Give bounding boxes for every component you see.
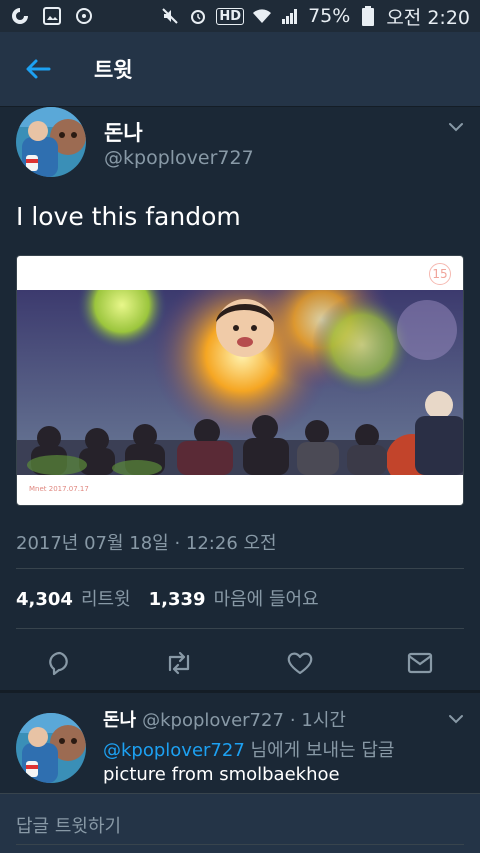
alarm-icon	[188, 6, 208, 26]
tweet-actions	[0, 645, 480, 695]
reply-compose-bar: 답글 트윗하기	[0, 793, 480, 853]
reply-handle: @kpoplover727	[142, 710, 284, 731]
tweet-stats: 4,304 리트윗 1,339 마음에 들어요	[16, 585, 329, 611]
divider	[16, 568, 464, 569]
messenger-icon	[74, 6, 94, 26]
page-title: 트윗	[94, 58, 133, 82]
battery-percent: 75%	[308, 5, 351, 27]
reply-icon	[49, 651, 68, 676]
status-bar: HD 75% 오전 2:20	[0, 0, 480, 32]
tweet-timestamp: 2017년 07월 18일 · 12:26 오전	[16, 533, 277, 554]
reply-menu-button[interactable]	[446, 709, 466, 729]
reply-text: picture from smolbaekhoe	[103, 764, 340, 785]
like-label[interactable]: 마음에 들어요	[214, 585, 319, 611]
reply-time: · 1시간	[289, 710, 346, 731]
back-button[interactable]	[18, 49, 58, 89]
input-underline	[16, 844, 464, 845]
like-icon	[287, 652, 313, 675]
reply-button[interactable]	[40, 645, 80, 681]
mention-link[interactable]: @kpoplover727	[103, 740, 245, 761]
tweet-author[interactable]: 돈나 @kpoplover727	[16, 107, 466, 187]
signal-icon	[280, 6, 300, 26]
battery-icon	[358, 6, 378, 26]
reply-header: 돈나 @kpoplover727 · 1시간	[103, 706, 346, 732]
user-handle: @kpoplover727	[104, 147, 254, 169]
divider	[16, 628, 464, 629]
section-separator	[0, 690, 480, 693]
media-caption: Mnet 2017.07.17	[29, 485, 89, 493]
wifi-icon	[252, 6, 272, 26]
media-image	[17, 290, 463, 475]
display-name: 돈나	[104, 121, 143, 145]
age-rating-badge: 15	[429, 263, 451, 285]
retweet-count[interactable]: 4,304	[16, 589, 73, 610]
back-arrow-icon	[26, 59, 51, 79]
reply-display-name: 돈나	[103, 710, 137, 731]
chevron-down-icon	[449, 123, 463, 132]
app-notification-icon	[10, 6, 30, 26]
gallery-icon	[42, 6, 62, 26]
reply-input[interactable]: 답글 트윗하기	[16, 812, 121, 838]
reply-tweet[interactable]: 돈나 @kpoplover727 · 1시간 @kpoplover727 님에게…	[0, 703, 480, 795]
avatar[interactable]	[16, 107, 86, 177]
app-header: 트윗	[0, 32, 480, 107]
avatar[interactable]	[16, 713, 86, 783]
tweet-text: I love this fandom	[16, 202, 241, 231]
hd-badge: HD	[216, 7, 245, 25]
chevron-down-icon	[449, 715, 463, 724]
message-button[interactable]	[400, 645, 440, 681]
mute-icon	[160, 6, 180, 26]
replying-to: @kpoplover727 님에게 보내는 답글	[103, 736, 394, 762]
message-icon	[407, 652, 433, 674]
like-count[interactable]: 1,339	[149, 589, 206, 610]
replying-to-label: 님에게 보내는 답글	[250, 740, 395, 761]
tweet-menu-button[interactable]	[446, 117, 466, 137]
retweet-icon	[168, 651, 190, 675]
like-button[interactable]	[280, 645, 320, 681]
tweet-media[interactable]: 15 Mnet 2017.07.17	[16, 255, 464, 506]
retweet-label[interactable]: 리트윗	[81, 585, 131, 611]
retweet-button[interactable]	[159, 645, 199, 681]
clock: 오전 2:20	[386, 6, 470, 29]
